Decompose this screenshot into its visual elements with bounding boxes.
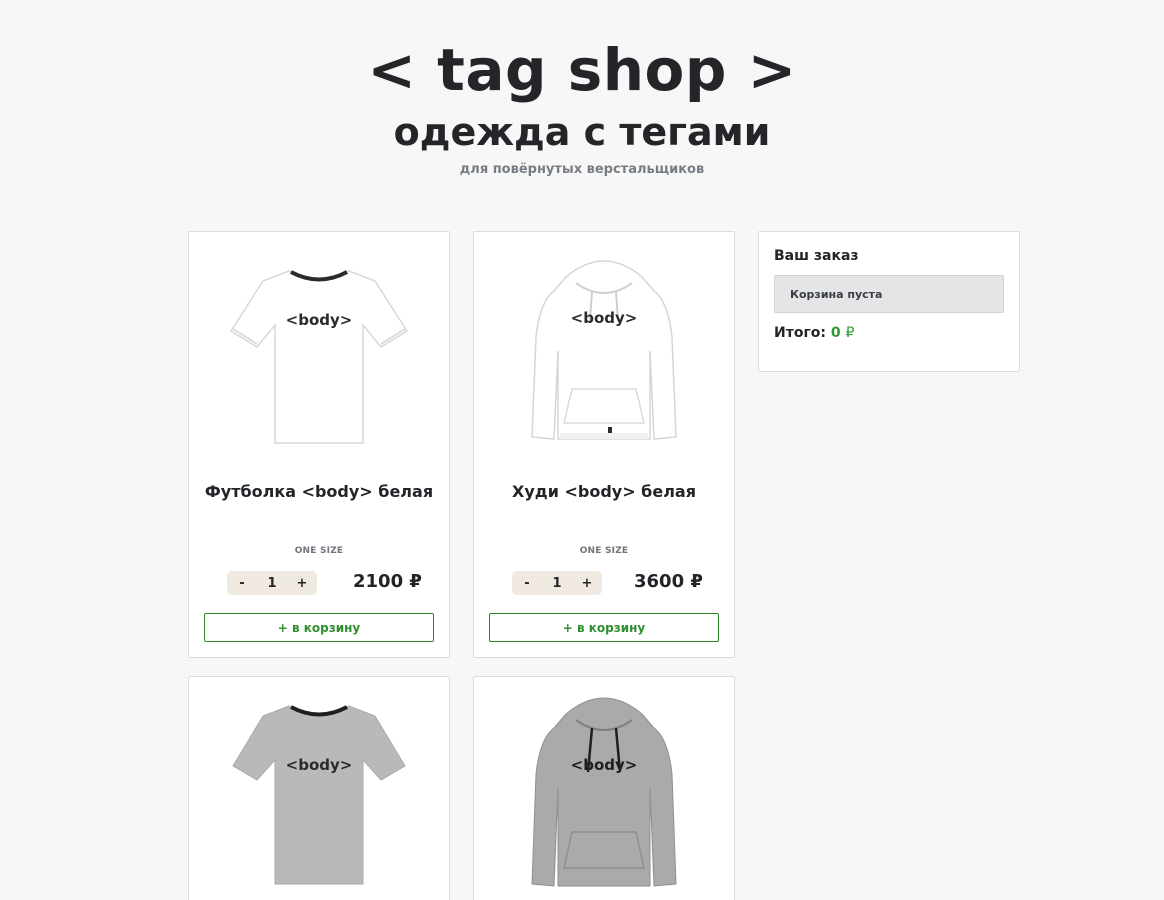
cart-empty-message: Корзина пуста [774, 275, 1004, 313]
product-price: 2100 ₽ [353, 571, 422, 592]
product-image[interactable]: <body> [189, 232, 449, 472]
product-price: 3600 ₽ [634, 571, 703, 592]
print-text: <body> [286, 311, 353, 329]
add-to-cart-button[interactable]: + в корзину [204, 613, 434, 642]
page-tagline: для повёрнутых верстальщиков [459, 162, 705, 177]
increase-button[interactable]: + [572, 576, 602, 591]
product-image[interactable]: <body> [189, 677, 449, 900]
product-size: ONE SIZE [294, 546, 344, 556]
quantity-stepper: - 1 + [512, 571, 602, 595]
increase-button[interactable]: + [287, 576, 317, 591]
total-currency: ₽ [845, 325, 855, 341]
print-text: <body> [286, 756, 353, 774]
order-total: Итого: 0 ₽ [774, 325, 854, 341]
product-size: ONE SIZE [579, 546, 629, 556]
order-title: Ваш заказ [774, 248, 859, 264]
product-name[interactable]: Футболка <body> белая [189, 482, 449, 501]
quantity-value: 1 [552, 575, 562, 591]
brand-logo: < tag shop > [367, 36, 797, 104]
decrease-button[interactable]: - [512, 576, 542, 591]
quantity-stepper: - 1 + [227, 571, 317, 595]
page-subtitle: одежда с тегами [393, 110, 771, 154]
print-text: <body> [571, 756, 638, 774]
print-text: <body> [571, 309, 638, 327]
total-label: Итого: [774, 325, 826, 341]
product-card: <body> [473, 676, 735, 900]
product-name[interactable]: Худи <body> белая [474, 482, 734, 501]
product-card: <body> [188, 676, 450, 900]
product-card: <body> Худи <body> белая ONE SIZE - 1 + … [473, 231, 735, 658]
total-value: 0 [830, 325, 841, 341]
product-image[interactable]: <body> [474, 232, 734, 472]
add-to-cart-button[interactable]: + в корзину [489, 613, 719, 642]
order-panel: Ваш заказ Корзина пуста Итого: 0 ₽ [758, 231, 1020, 372]
decrease-button[interactable]: - [227, 576, 257, 591]
quantity-value: 1 [267, 575, 277, 591]
product-card: <body> Футболка <body> белая ONE SIZE - … [188, 231, 450, 658]
product-image[interactable]: <body> [474, 677, 734, 900]
